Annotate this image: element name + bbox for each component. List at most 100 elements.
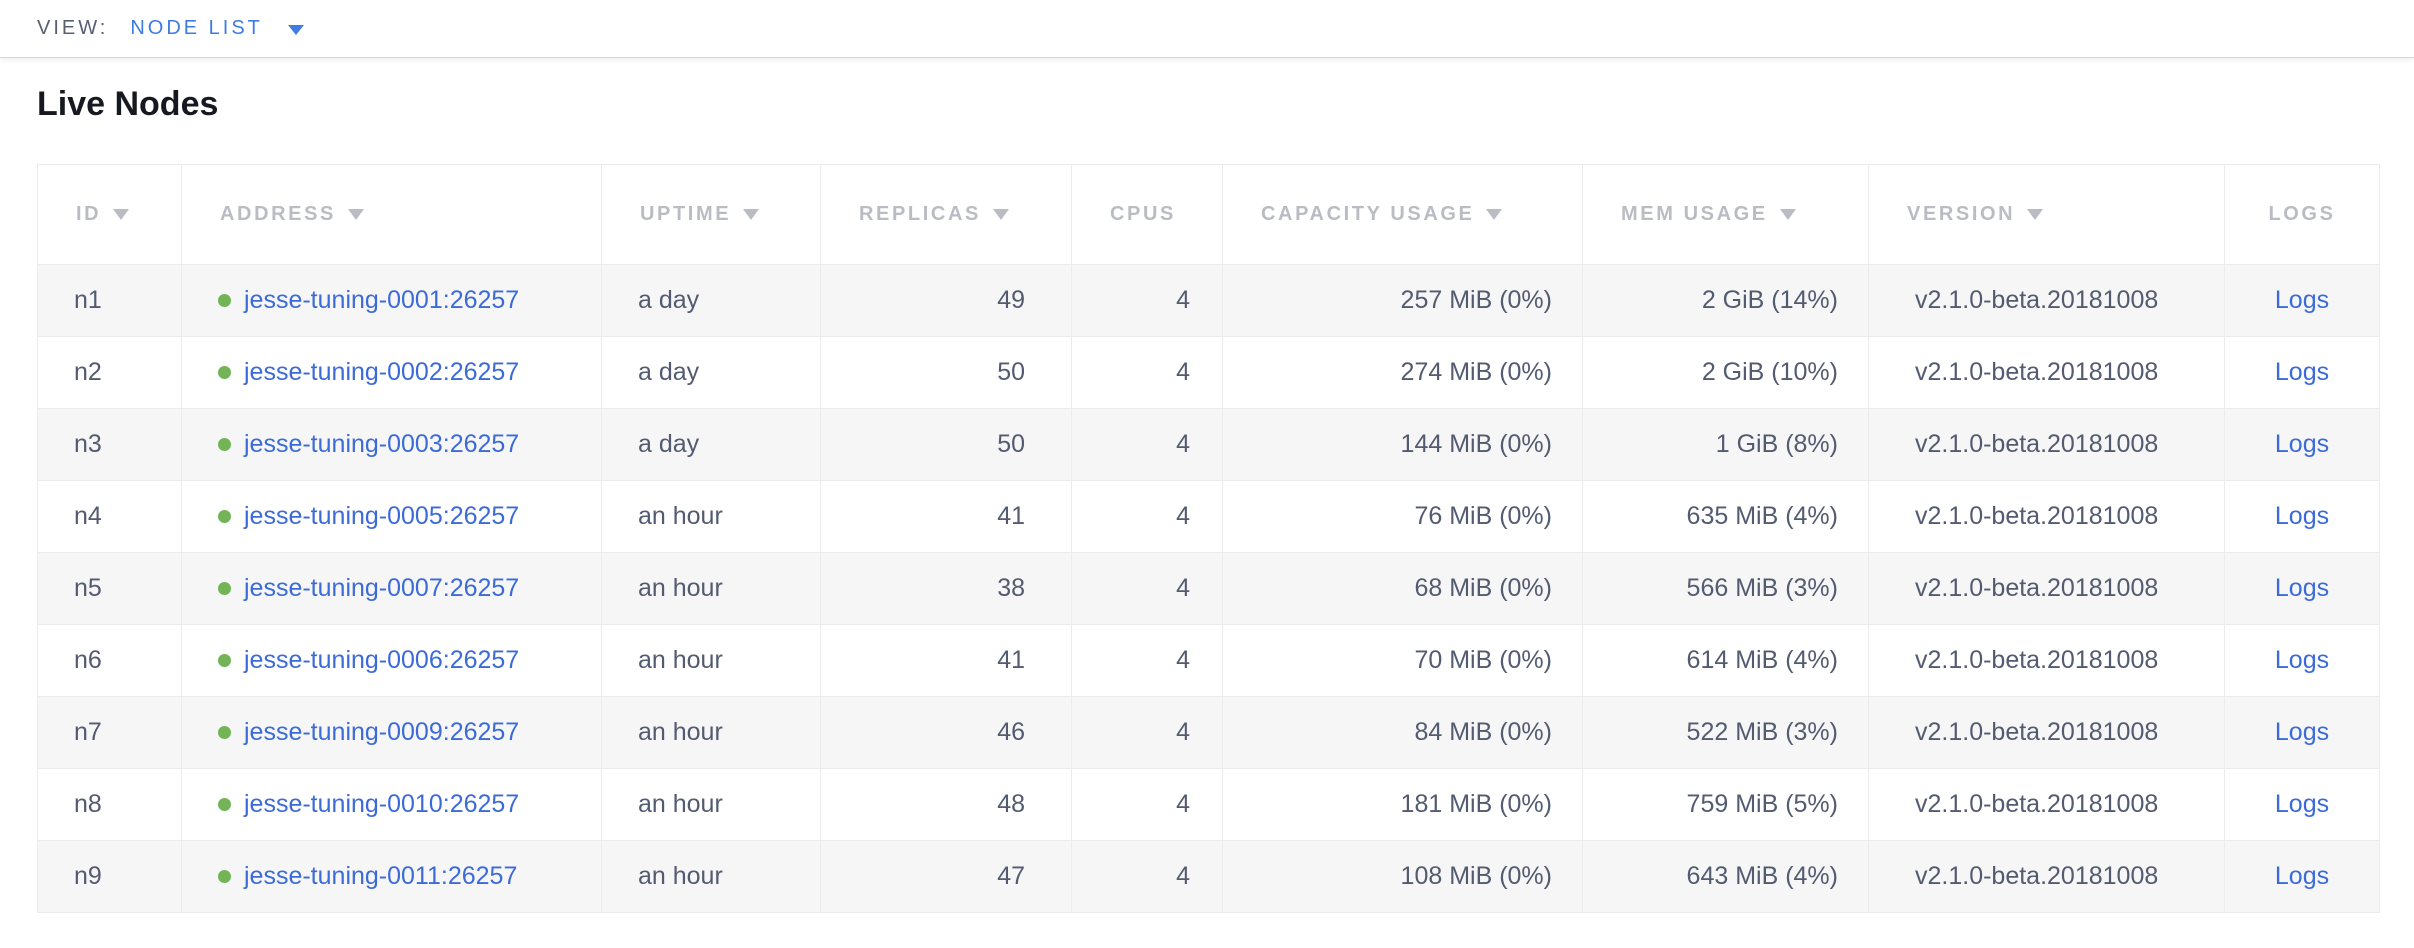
node-version-cell: v2.1.0-beta.20181008 (1869, 265, 2225, 337)
node-address-link[interactable]: jesse-tuning-0002:26257 (244, 358, 519, 386)
node-capacity_usage-value: 108 MiB (0%) (1401, 862, 1552, 890)
node-mem_usage-value: 759 MiB (5%) (1687, 790, 1838, 818)
node-address-link[interactable]: jesse-tuning-0005:26257 (244, 502, 519, 530)
node-version-value: v2.1.0-beta.20181008 (1915, 358, 2158, 386)
node-capacity_usage-cell: 76 MiB (0%) (1223, 481, 1583, 553)
view-selected-value: NODE LIST (130, 17, 263, 40)
node-uptime-cell: an hour (602, 625, 821, 697)
node-id-value: n9 (74, 862, 102, 890)
node-address-link[interactable]: jesse-tuning-0006:26257 (244, 646, 519, 674)
node-uptime-value: a day (638, 286, 699, 314)
table-row: n1jesse-tuning-0001:26257a day494257 MiB… (38, 265, 2380, 337)
table-header-row: IDADDRESSUPTIMEREPLICASCPUSCAPACITY USAG… (38, 165, 2380, 265)
node-id-cell: n4 (38, 481, 182, 553)
node-capacity_usage-cell: 144 MiB (0%) (1223, 409, 1583, 481)
node-mem_usage-cell: 759 MiB (5%) (1583, 769, 1869, 841)
logs-link[interactable]: Logs (2275, 718, 2329, 746)
node-live-status-icon (218, 366, 231, 379)
node-capacity_usage-cell: 70 MiB (0%) (1223, 625, 1583, 697)
sort-desc-icon (993, 209, 1009, 220)
node-address-link[interactable]: jesse-tuning-0003:26257 (244, 430, 519, 458)
node-capacity_usage-value: 144 MiB (0%) (1401, 430, 1552, 458)
node-cpus-value: 4 (1176, 646, 1190, 674)
live-nodes-table: IDADDRESSUPTIMEREPLICASCPUSCAPACITY USAG… (37, 164, 2380, 913)
logs-link[interactable]: Logs (2275, 430, 2329, 458)
column-header-label: UPTIME (640, 203, 731, 225)
column-header-label: CAPACITY USAGE (1261, 203, 1474, 225)
node-live-status-icon (218, 870, 231, 883)
column-header-address[interactable]: ADDRESS (182, 165, 602, 265)
node-capacity_usage-cell: 181 MiB (0%) (1223, 769, 1583, 841)
logs-link[interactable]: Logs (2275, 502, 2329, 530)
view-selector-dropdown[interactable]: NODE LIST (130, 17, 304, 40)
node-address-link[interactable]: jesse-tuning-0001:26257 (244, 286, 519, 314)
column-header-label: REPLICAS (859, 203, 981, 225)
node-replicas-value: 38 (997, 574, 1025, 602)
node-id-cell: n6 (38, 625, 182, 697)
node-id-cell: n2 (38, 337, 182, 409)
node-cpus-cell: 4 (1072, 553, 1223, 625)
node-version-value: v2.1.0-beta.20181008 (1915, 286, 2158, 314)
node-cpus-value: 4 (1176, 430, 1190, 458)
node-cpus-value: 4 (1176, 862, 1190, 890)
logs-link[interactable]: Logs (2275, 358, 2329, 386)
node-capacity_usage-value: 68 MiB (0%) (1414, 574, 1552, 602)
node-id-cell: n3 (38, 409, 182, 481)
logs-link[interactable]: Logs (2275, 646, 2329, 674)
node-logs-cell: Logs (2225, 337, 2380, 409)
node-replicas-value: 48 (997, 790, 1025, 818)
node-mem_usage-cell: 635 MiB (4%) (1583, 481, 1869, 553)
node-capacity_usage-cell: 108 MiB (0%) (1223, 841, 1583, 913)
node-version-value: v2.1.0-beta.20181008 (1915, 574, 2158, 602)
node-address-link[interactable]: jesse-tuning-0010:26257 (244, 790, 519, 818)
node-version-value: v2.1.0-beta.20181008 (1915, 862, 2158, 890)
node-capacity_usage-cell: 274 MiB (0%) (1223, 337, 1583, 409)
node-address-link[interactable]: jesse-tuning-0009:26257 (244, 718, 519, 746)
node-mem_usage-cell: 566 MiB (3%) (1583, 553, 1869, 625)
node-uptime-cell: an hour (602, 481, 821, 553)
column-header-capacity_usage[interactable]: CAPACITY USAGE (1223, 165, 1583, 265)
node-address-cell: jesse-tuning-0003:26257 (182, 409, 602, 481)
node-mem_usage-cell: 614 MiB (4%) (1583, 625, 1869, 697)
node-uptime-value: an hour (638, 790, 723, 818)
logs-link[interactable]: Logs (2275, 790, 2329, 818)
column-header-label: ADDRESS (220, 203, 336, 225)
node-address-link[interactable]: jesse-tuning-0011:26257 (244, 862, 517, 890)
node-capacity_usage-cell: 257 MiB (0%) (1223, 265, 1583, 337)
column-header-version[interactable]: VERSION (1869, 165, 2225, 265)
logs-link[interactable]: Logs (2275, 574, 2329, 602)
node-uptime-value: an hour (638, 646, 723, 674)
chevron-down-icon (288, 25, 304, 35)
column-header-id[interactable]: ID (38, 165, 182, 265)
node-mem_usage-cell: 2 GiB (10%) (1583, 337, 1869, 409)
node-version-cell: v2.1.0-beta.20181008 (1869, 697, 2225, 769)
node-version-value: v2.1.0-beta.20181008 (1915, 646, 2158, 674)
logs-link[interactable]: Logs (2275, 286, 2329, 314)
sort-desc-icon (2027, 209, 2043, 220)
node-logs-cell: Logs (2225, 769, 2380, 841)
node-live-status-icon (218, 510, 231, 523)
node-cpus-cell: 4 (1072, 265, 1223, 337)
node-cpus-cell: 4 (1072, 841, 1223, 913)
column-header-label: MEM USAGE (1621, 203, 1768, 225)
node-uptime-cell: a day (602, 265, 821, 337)
node-mem_usage-cell: 1 GiB (8%) (1583, 409, 1869, 481)
node-replicas-value: 50 (997, 430, 1025, 458)
column-header-mem_usage[interactable]: MEM USAGE (1583, 165, 1869, 265)
column-header-uptime[interactable]: UPTIME (602, 165, 821, 265)
node-mem_usage-value: 635 MiB (4%) (1687, 502, 1838, 530)
node-address-cell: jesse-tuning-0007:26257 (182, 553, 602, 625)
node-uptime-value: a day (638, 358, 699, 386)
node-version-cell: v2.1.0-beta.20181008 (1869, 481, 2225, 553)
node-replicas-value: 41 (997, 646, 1025, 674)
sort-desc-icon (348, 209, 364, 220)
node-mem_usage-cell: 643 MiB (4%) (1583, 841, 1869, 913)
column-header-replicas[interactable]: REPLICAS (821, 165, 1072, 265)
node-uptime-value: a day (638, 430, 699, 458)
node-id-cell: n7 (38, 697, 182, 769)
node-address-link[interactable]: jesse-tuning-0007:26257 (244, 574, 519, 602)
node-capacity_usage-value: 84 MiB (0%) (1414, 718, 1552, 746)
node-uptime-value: an hour (638, 718, 723, 746)
logs-link[interactable]: Logs (2275, 862, 2329, 890)
node-capacity_usage-value: 257 MiB (0%) (1401, 286, 1552, 314)
